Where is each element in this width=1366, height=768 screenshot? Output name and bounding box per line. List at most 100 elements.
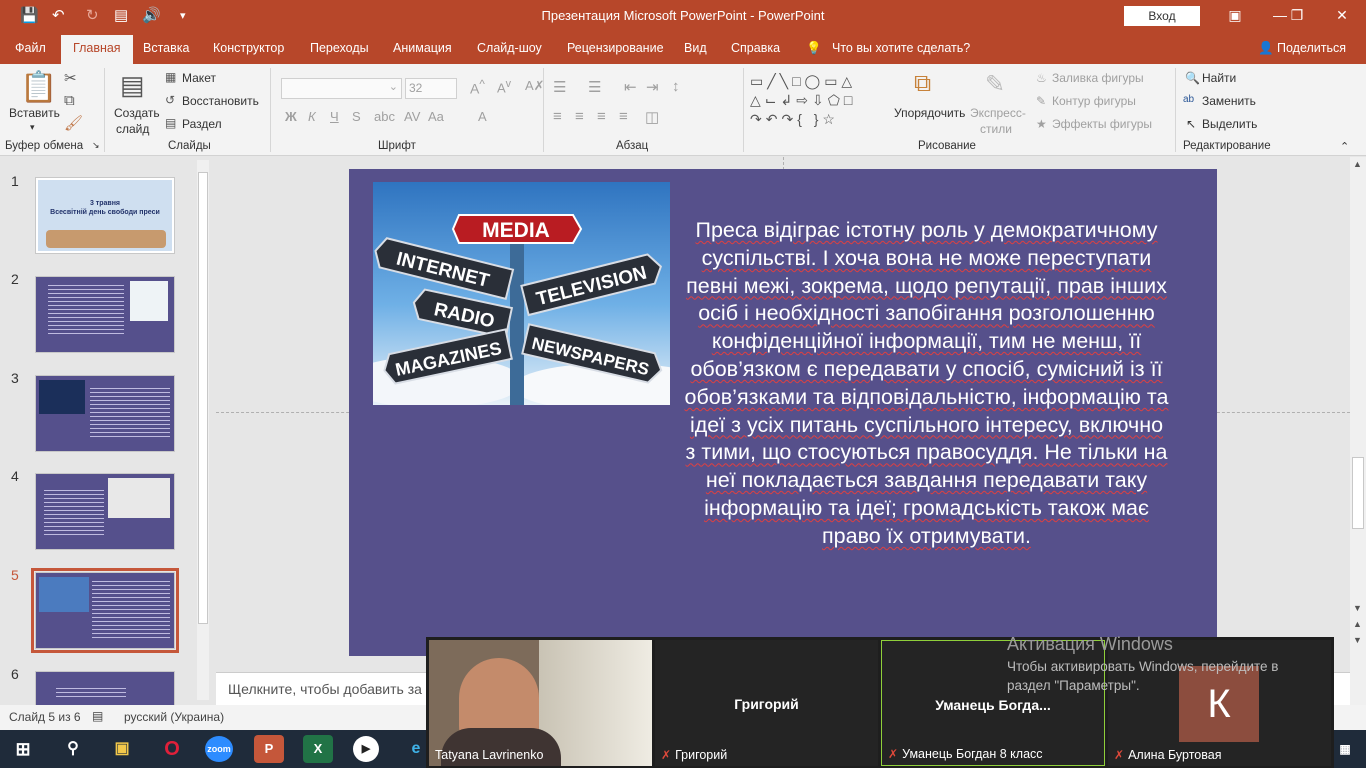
- thumbnail-slide-2[interactable]: [35, 276, 175, 353]
- cut-icon[interactable]: ✂: [64, 69, 77, 87]
- underline-button[interactable]: Ч: [330, 109, 339, 124]
- find-button[interactable]: Найти: [1202, 71, 1236, 85]
- bold-button[interactable]: Ж: [285, 109, 297, 124]
- scroll-up-icon[interactable]: ▲: [1353, 159, 1362, 169]
- tab-slideshow[interactable]: Слайд-шоу: [477, 41, 542, 55]
- collapse-ribbon-icon[interactable]: ⌃: [1340, 140, 1349, 153]
- paste-icon[interactable]: 📋: [20, 70, 57, 105]
- share-button[interactable]: Поделиться: [1277, 41, 1346, 55]
- spellcheck-icon[interactable]: ▤: [92, 709, 103, 723]
- quick-styles-label-2[interactable]: стили: [980, 122, 1012, 136]
- tab-design[interactable]: Конструктор: [213, 41, 284, 55]
- ribbon-options-icon[interactable]: ▣: [1220, 4, 1250, 26]
- quick-styles-label-1[interactable]: Экспресс-: [970, 106, 1026, 120]
- tab-review[interactable]: Рецензирование: [567, 41, 664, 55]
- zoom-icon[interactable]: zoom: [205, 736, 233, 762]
- shape-outline-button[interactable]: Контур фигуры: [1052, 94, 1136, 108]
- font-color-icon[interactable]: A: [478, 109, 487, 124]
- present-icon[interactable]: ▤: [114, 6, 128, 24]
- save-icon[interactable]: 💾: [20, 6, 39, 24]
- scroll-down-icon[interactable]: ▼: [1353, 603, 1362, 613]
- slide-scrollbar[interactable]: ▲ ▼ ▲ ▼: [1350, 157, 1366, 705]
- change-case-icon[interactable]: Aa: [428, 109, 444, 124]
- search-icon[interactable]: ⚲: [58, 735, 88, 763]
- numbering-icon[interactable]: ☰: [588, 78, 601, 96]
- section-button[interactable]: Раздел: [182, 117, 222, 131]
- italic-button[interactable]: К: [308, 109, 316, 124]
- shadow-button[interactable]: abc: [374, 109, 395, 124]
- participant-tile-video[interactable]: Tatyana Lavrinenko: [429, 640, 652, 766]
- excel-icon[interactable]: X: [303, 735, 333, 763]
- thumbnail-slide-3[interactable]: [35, 375, 175, 452]
- decrease-indent-icon[interactable]: ⇤: [624, 78, 637, 96]
- tab-animations[interactable]: Анимация: [393, 41, 452, 55]
- strike-button[interactable]: S: [352, 109, 361, 124]
- thumbnail-slide-5[interactable]: [31, 568, 179, 653]
- reset-button[interactable]: Восстановить: [182, 94, 259, 108]
- close-button[interactable]: ✕: [1327, 4, 1357, 26]
- redo-icon[interactable]: ↻: [86, 6, 99, 24]
- thumbnail-slide-1[interactable]: 3 травня Всесвітній день свободи преси: [35, 177, 175, 254]
- shape-effects-button[interactable]: Эффекты фигуры: [1052, 117, 1152, 131]
- language-indicator[interactable]: русский (Украина): [124, 710, 224, 724]
- tab-insert[interactable]: Вставка: [143, 41, 189, 55]
- bullets-icon[interactable]: ☰: [553, 78, 566, 96]
- align-center-icon[interactable]: ≡: [575, 108, 584, 125]
- shapes-gallery[interactable]: ▭╱╲□◯▭△ △⌙↲⇨⇩⬠□ ↷↶↷{ }☆: [750, 72, 890, 130]
- new-slide-label-1[interactable]: Создать: [114, 106, 160, 120]
- justify-icon[interactable]: ≡: [619, 108, 628, 125]
- audio-icon[interactable]: 🔊: [142, 6, 161, 24]
- file-explorer-icon[interactable]: ▣: [107, 735, 137, 763]
- align-right-icon[interactable]: ≡: [597, 108, 606, 125]
- replace-button[interactable]: Заменить: [1202, 94, 1256, 108]
- current-slide[interactable]: MEDIA INTERNET TELEVISION RADIO MAGAZINE…: [349, 169, 1217, 656]
- new-slide-icon[interactable]: ▤: [120, 70, 145, 101]
- shrink-font-icon[interactable]: Av: [497, 78, 511, 95]
- opera-icon[interactable]: O: [157, 735, 187, 763]
- clear-format-icon[interactable]: A✗: [525, 78, 545, 94]
- media-signpost-image[interactable]: MEDIA INTERNET TELEVISION RADIO MAGAZINE…: [373, 182, 670, 405]
- thumbnail-scrollbar[interactable]: [197, 160, 209, 700]
- copy-icon[interactable]: ⧉: [64, 92, 75, 109]
- customize-qat-icon[interactable]: ▾: [180, 9, 186, 22]
- paste-button[interactable]: Вставить: [9, 106, 60, 120]
- tray-icon[interactable]: ▦: [1330, 735, 1360, 763]
- slide-body-text[interactable]: Преса відіграє істотну роль у демократич…: [684, 217, 1169, 551]
- paste-dropdown-icon[interactable]: ▾: [30, 122, 35, 133]
- media-player-icon[interactable]: ▶: [353, 736, 379, 762]
- sign-in-button[interactable]: Вход: [1124, 6, 1200, 26]
- share-icon[interactable]: 👤: [1258, 41, 1274, 56]
- windows-start-icon[interactable]: ⊞: [8, 735, 38, 763]
- tab-view[interactable]: Вид: [684, 41, 707, 55]
- format-painter-icon[interactable]: 🖌: [64, 114, 83, 132]
- clipboard-launcher-icon[interactable]: ↘: [92, 140, 100, 151]
- font-size-box[interactable]: 32: [405, 78, 457, 99]
- arrange-icon[interactable]: ⧉: [914, 70, 931, 98]
- next-slide-icon[interactable]: ▼: [1353, 635, 1362, 645]
- select-button[interactable]: Выделить: [1202, 117, 1257, 131]
- powerpoint-icon[interactable]: P: [254, 735, 284, 763]
- line-spacing-icon[interactable]: ↕: [672, 78, 680, 95]
- font-name-box[interactable]: ⌄: [281, 78, 402, 99]
- tell-me-box[interactable]: Что вы хотите сделать?: [832, 41, 970, 55]
- shape-fill-button[interactable]: Заливка фигуры: [1052, 71, 1144, 85]
- tab-file[interactable]: Файл: [15, 41, 46, 55]
- participant-tile-grigoriy[interactable]: Григорий ✗ Григорий: [655, 640, 878, 766]
- layout-button[interactable]: Макет: [182, 71, 216, 85]
- arrange-button[interactable]: Упорядочить: [894, 106, 965, 120]
- char-spacing-icon[interactable]: AV: [404, 109, 420, 124]
- tab-help[interactable]: Справка: [731, 41, 780, 55]
- columns-icon[interactable]: ◫: [645, 108, 659, 126]
- grow-font-icon[interactable]: A^: [470, 78, 485, 97]
- thumbnail-slide-6[interactable]: [35, 671, 175, 707]
- thumbnail-slide-4[interactable]: [35, 473, 175, 550]
- new-slide-label-2[interactable]: слайд: [116, 122, 149, 136]
- tab-transitions[interactable]: Переходы: [310, 41, 369, 55]
- undo-icon[interactable]: ↶: [52, 6, 65, 24]
- tab-home[interactable]: Главная: [61, 35, 133, 64]
- quick-styles-icon[interactable]: ✎: [985, 70, 1005, 99]
- maximize-button[interactable]: ❐: [1282, 4, 1312, 26]
- increase-indent-icon[interactable]: ⇥: [646, 78, 659, 96]
- align-left-icon[interactable]: ≡: [553, 108, 562, 125]
- prev-slide-icon[interactable]: ▲: [1353, 619, 1362, 629]
